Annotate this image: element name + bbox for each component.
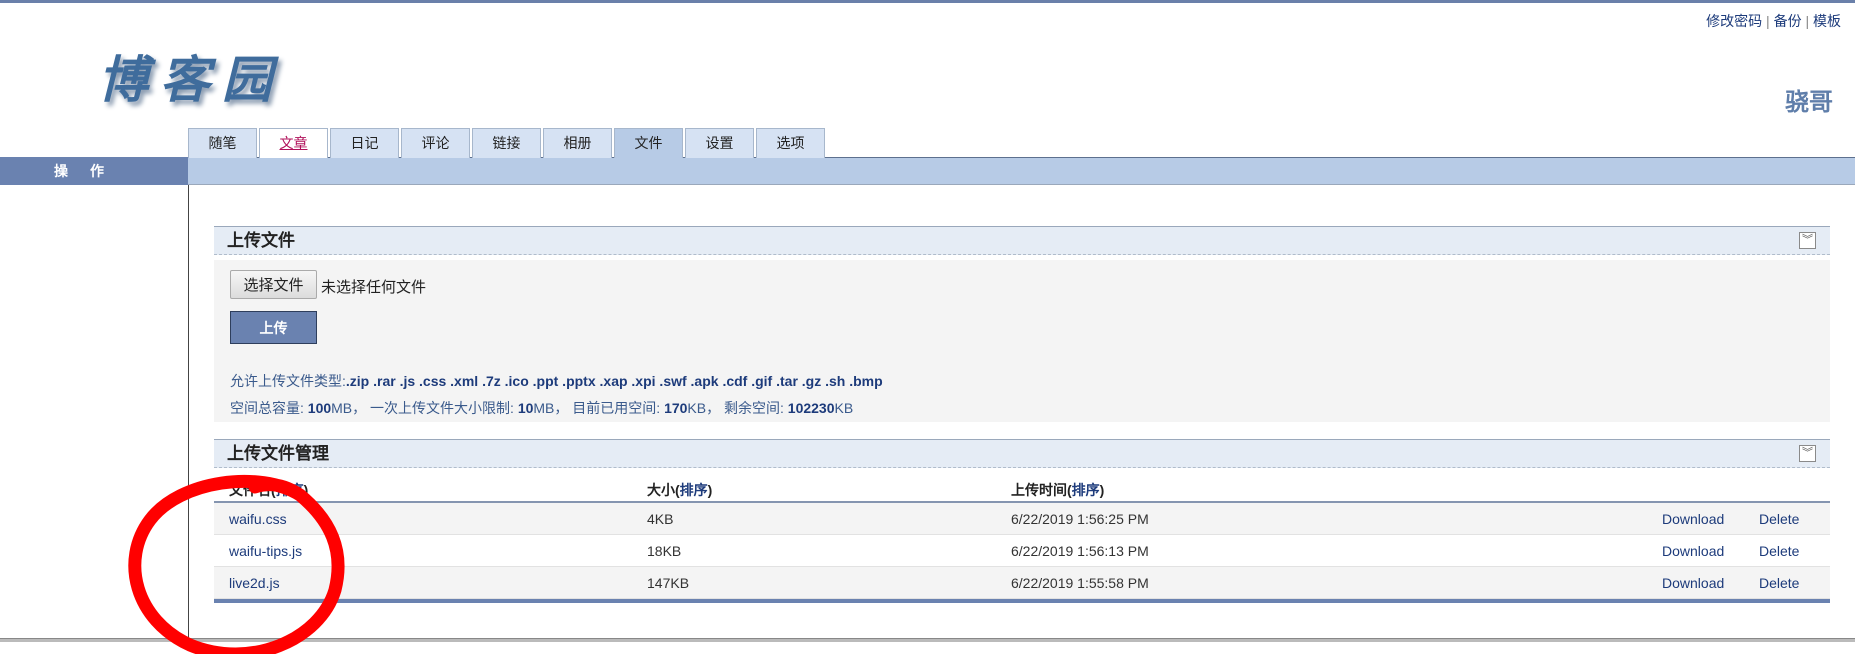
manage-section-header: 上传文件管理 ︾ <box>214 439 1830 468</box>
allowed-types: 允许上传文件类型:.zip .rar .js .css .xml .7z .ic… <box>230 371 883 391</box>
tab-label: 文件 <box>634 135 663 151</box>
file-table: 文件名(排序) 大小(排序) 上传时间(排序) waifu.css 4KB 6/… <box>214 472 1830 603</box>
tab-comments[interactable]: 评论 <box>401 128 470 158</box>
upload-time: 6/22/2019 1:56:13 PM <box>1011 543 1149 559</box>
download-link[interactable]: Download <box>1662 543 1724 559</box>
unit: MB， <box>533 400 569 416</box>
download-link[interactable]: Download <box>1662 511 1724 527</box>
used-value: 170 <box>664 400 688 416</box>
col-size: 大小(排序) <box>647 482 713 498</box>
nav-bar <box>0 157 1855 185</box>
tab-label[interactable]: 文章 <box>280 135 308 151</box>
tab-label: 设置 <box>705 135 734 151</box>
template-link[interactable]: 模板 <box>1813 13 1841 29</box>
delete-link[interactable]: Delete <box>1759 575 1799 591</box>
choose-file-button[interactable]: 选择文件 <box>230 270 317 299</box>
limit-value: 10 <box>517 400 534 416</box>
tab-links[interactable]: 链接 <box>472 128 541 158</box>
tab-settings[interactable]: 设置 <box>685 128 754 158</box>
tab-label: 链接 <box>492 135 521 151</box>
tab-files[interactable]: 文件 <box>614 128 683 158</box>
col-time: 上传时间(排序) <box>1011 482 1105 498</box>
sidebar-divider <box>188 185 189 640</box>
upload-section-title: 上传文件 <box>227 231 295 250</box>
sort-link[interactable]: 排序 <box>680 482 708 498</box>
table-row: waifu.css 4KB 6/22/2019 1:56:25 PM Downl… <box>214 503 1830 535</box>
collapse-icon[interactable]: ︾ <box>1799 232 1816 249</box>
tab-label: 随笔 <box>208 135 237 151</box>
tab-label: 日记 <box>350 135 379 151</box>
allowed-types-value: .zip .rar .js .css .xml .7z .ico .ppt .p… <box>345 373 883 389</box>
col-label: 大小 <box>647 482 675 498</box>
tab-posts[interactable]: 随笔 <box>188 128 257 158</box>
allowed-label: 允许上传文件类型: <box>230 373 346 389</box>
cnblogs-logo[interactable]: 博客园 <box>98 40 284 112</box>
bottom-border <box>0 638 1855 642</box>
tab-label: 评论 <box>421 135 450 151</box>
sidebar-title: 操作 <box>0 157 188 185</box>
free-label: 剩余空间: <box>724 400 788 416</box>
separator: | <box>1766 13 1770 29</box>
limit-label: 一次上传文件大小限制: <box>370 400 518 416</box>
top-links: 修改密码 | 备份 | 模板 <box>1706 11 1841 31</box>
table-body: waifu.css 4KB 6/22/2019 1:56:25 PM Downl… <box>214 503 1830 599</box>
username: 骁哥 <box>1785 89 1833 116</box>
file-size: 147KB <box>647 575 690 591</box>
file-size: 18KB <box>647 543 682 559</box>
used-label: 目前已用空间: <box>572 400 665 416</box>
sort-link[interactable]: 排序 <box>1072 482 1100 498</box>
separator: | <box>1805 13 1810 29</box>
main-tabs: 随笔 文章 日记 评论 链接 相册 文件 设置 选项 <box>188 128 827 158</box>
tab-diary[interactable]: 日记 <box>330 128 399 158</box>
total-value: 100 <box>307 400 332 416</box>
col-label: 文件名 <box>229 482 271 498</box>
backup-link[interactable]: 备份 <box>1774 13 1802 29</box>
no-file-label: 未选择任何文件 <box>321 279 427 296</box>
file-size: 4KB <box>647 511 674 527</box>
table-footer-line <box>214 599 1830 603</box>
upload-section-header: 上传文件 ︾ <box>214 226 1830 255</box>
col-label: 上传时间 <box>1011 482 1067 498</box>
upload-button[interactable]: 上传 <box>230 311 317 344</box>
unit: KB， <box>687 400 721 416</box>
upload-time: 6/22/2019 1:56:25 PM <box>1011 511 1149 527</box>
upload-section-body: 选择文件 未选择任何文件 上传 允许上传文件类型:.zip .rar .js .… <box>214 260 1830 422</box>
quota-info: 空间总容量: 100MB， 一次上传文件大小限制: 10MB， 目前已用空间: … <box>230 398 853 418</box>
tab-label: 相册 <box>563 135 592 151</box>
tab-articles[interactable]: 文章 <box>259 128 328 158</box>
download-link[interactable]: Download <box>1662 575 1724 591</box>
file-link[interactable]: waifu.css <box>229 511 287 527</box>
delete-link[interactable]: Delete <box>1759 543 1799 559</box>
delete-link[interactable]: Delete <box>1759 511 1799 527</box>
upload-time: 6/22/2019 1:55:58 PM <box>1011 575 1149 591</box>
sort-link[interactable]: 排序 <box>276 482 304 498</box>
table-header: 文件名(排序) 大小(排序) 上传时间(排序) <box>214 472 1830 503</box>
collapse-icon[interactable]: ︾ <box>1799 445 1816 462</box>
tab-albums[interactable]: 相册 <box>543 128 612 158</box>
top-border <box>0 0 1855 3</box>
table-row: waifu-tips.js 18KB 6/22/2019 1:56:13 PM … <box>214 535 1830 567</box>
table-row: live2d.js 147KB 6/22/2019 1:55:58 PM Dow… <box>214 567 1830 599</box>
tab-label: 选项 <box>776 135 805 151</box>
col-filename: 文件名(排序) <box>229 482 309 498</box>
unit: MB， <box>331 400 367 416</box>
unit: KB <box>834 400 854 416</box>
tab-options[interactable]: 选项 <box>756 128 825 158</box>
total-label: 空间总容量: <box>230 400 308 416</box>
change-password-link[interactable]: 修改密码 <box>1706 13 1762 29</box>
free-value: 102230 <box>787 400 835 416</box>
manage-section-title: 上传文件管理 <box>227 444 329 463</box>
file-link[interactable]: live2d.js <box>229 575 280 591</box>
file-link[interactable]: waifu-tips.js <box>229 543 302 559</box>
